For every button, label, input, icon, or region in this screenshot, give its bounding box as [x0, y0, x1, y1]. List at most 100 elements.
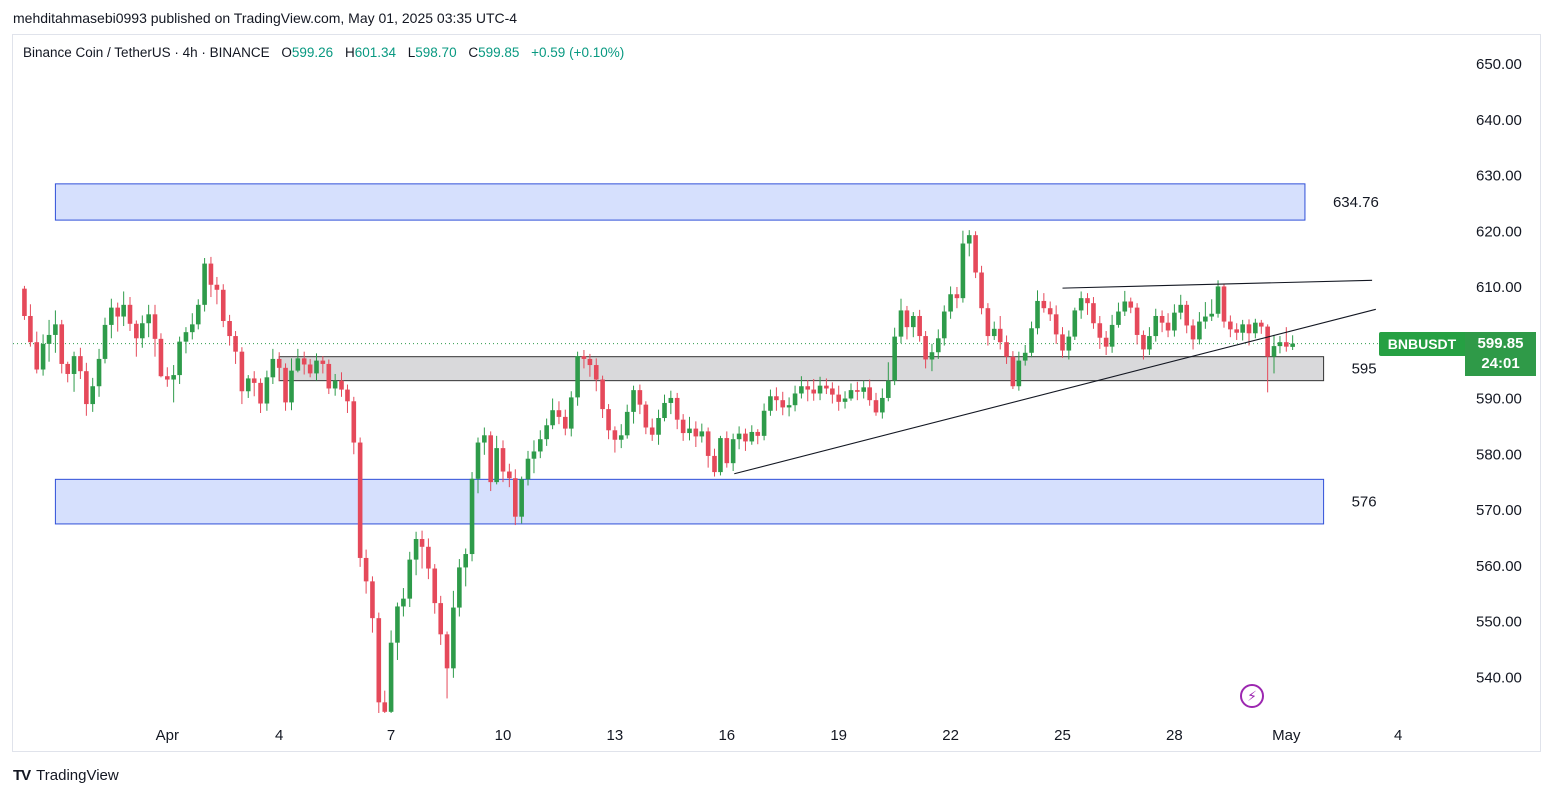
- candle: [1234, 323, 1239, 340]
- candle-body: [46, 334, 52, 344]
- candle-body: [873, 400, 879, 413]
- candle: [780, 391, 786, 416]
- candle: [562, 409, 568, 436]
- candle-body: [624, 411, 630, 436]
- candle-body: [761, 410, 767, 436]
- plot-area: [13, 183, 1462, 713]
- candle-body: [780, 400, 786, 408]
- candle-body: [1029, 328, 1034, 353]
- candle: [768, 389, 773, 416]
- candle-body: [575, 356, 580, 398]
- candle: [59, 319, 65, 374]
- candle-body: [102, 324, 108, 359]
- legend-close-label: C: [468, 45, 479, 60]
- candle-body: [1109, 324, 1115, 347]
- candle-body: [538, 439, 543, 452]
- candle-body: [134, 323, 139, 339]
- candle-body: [90, 386, 95, 405]
- candle-body: [792, 393, 798, 406]
- candle-body: [363, 557, 369, 582]
- candle-body: [1221, 286, 1227, 322]
- candle: [531, 440, 537, 474]
- candle: [1060, 327, 1065, 358]
- candle: [792, 385, 798, 412]
- candle-body: [941, 311, 947, 339]
- candle: [568, 391, 574, 437]
- candle-body: [451, 607, 456, 669]
- candle: [668, 390, 674, 415]
- candle: [1197, 312, 1202, 345]
- candle-body: [388, 642, 394, 712]
- candle-body: [923, 336, 928, 360]
- lightning-icon[interactable]: ⚡: [1240, 684, 1264, 708]
- candle: [1209, 299, 1214, 322]
- candle: [1053, 305, 1059, 344]
- candle: [264, 370, 270, 411]
- candle: [1178, 294, 1184, 320]
- candle: [245, 375, 251, 398]
- candle: [96, 348, 102, 397]
- candle: [22, 285, 27, 320]
- candle-body: [1184, 304, 1190, 326]
- candle: [637, 384, 643, 415]
- candle: [712, 448, 717, 477]
- candle-body: [805, 386, 811, 390]
- candle: [1128, 297, 1134, 314]
- candle: [1091, 297, 1096, 329]
- candle-body: [1190, 325, 1196, 340]
- candle-body: [500, 448, 506, 472]
- tradingview-logo[interactable]: TV TradingView: [13, 767, 119, 784]
- candle: [1078, 291, 1084, 319]
- candle-body: [189, 324, 195, 333]
- candle-body: [482, 435, 487, 443]
- candle-body: [1147, 336, 1152, 350]
- candle-body: [426, 546, 431, 569]
- candle-body: [985, 308, 991, 337]
- candle: [283, 363, 288, 411]
- x-tick-label: 13: [607, 727, 624, 744]
- candle: [736, 426, 742, 450]
- candle: [326, 359, 332, 395]
- legend-low-value: 598.70: [415, 45, 457, 60]
- candle: [444, 631, 450, 699]
- candle: [991, 321, 997, 340]
- candle-body: [1240, 324, 1245, 333]
- candle-body: [1072, 310, 1078, 337]
- candle-body: [600, 379, 605, 410]
- candle-body: [525, 458, 531, 480]
- candle: [575, 351, 580, 406]
- candle-body: [345, 389, 350, 402]
- candle-body: [283, 367, 288, 403]
- candle-body: [743, 433, 748, 442]
- candle-body: [724, 438, 730, 464]
- candle: [954, 287, 960, 309]
- candle-body: [531, 451, 537, 459]
- candle-body: [227, 321, 232, 337]
- candle-body: [848, 390, 854, 399]
- candle: [948, 286, 953, 319]
- candle: [370, 576, 375, 633]
- candle-body: [407, 559, 413, 599]
- candle-body: [674, 397, 680, 420]
- candle-body: [935, 338, 941, 353]
- candle-body: [799, 386, 804, 394]
- candle-body: [774, 396, 779, 401]
- candle: [724, 431, 730, 468]
- candlestick-chart[interactable]: 634.76 595 576 650.00 640.00 630.00 620.00 610.…: [0, 0, 1554, 798]
- candle-body: [1035, 300, 1040, 329]
- candle-body: [606, 409, 611, 431]
- candle: [1290, 335, 1295, 350]
- candle-body: [307, 364, 313, 374]
- candle: [743, 428, 748, 451]
- candle: [1253, 318, 1258, 339]
- candle: [227, 314, 232, 346]
- candle-body: [1128, 301, 1134, 308]
- candle-body: [208, 263, 214, 285]
- candle-body: [904, 310, 910, 328]
- candle-body: [413, 538, 419, 560]
- candle: [109, 298, 114, 339]
- candle: [519, 476, 524, 524]
- candle: [438, 595, 444, 645]
- candle-body: [562, 416, 568, 429]
- candle: [345, 384, 350, 413]
